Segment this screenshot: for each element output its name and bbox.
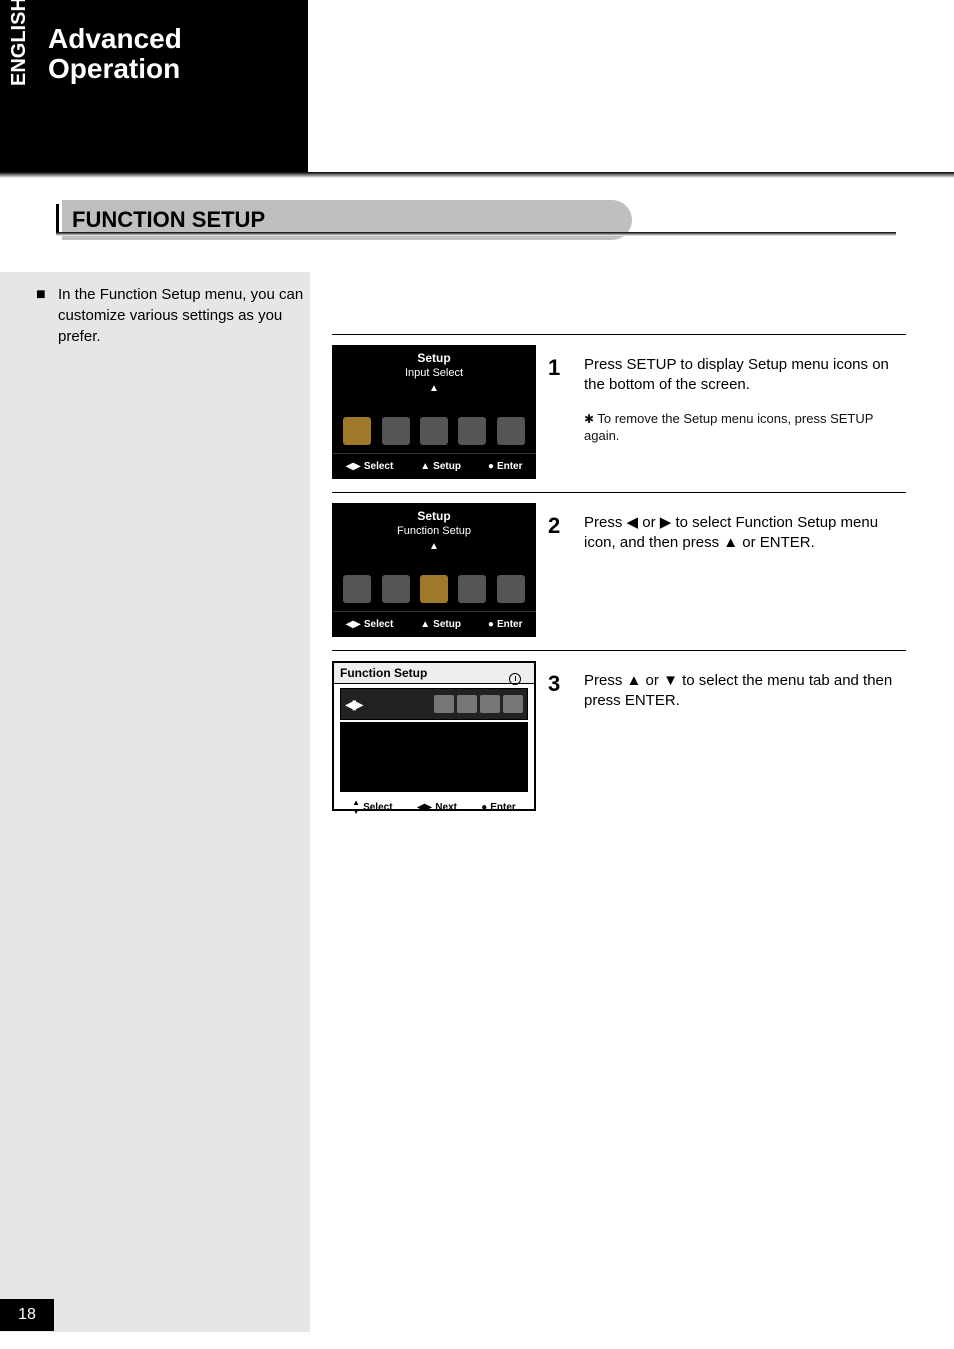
osd-icon	[497, 417, 525, 445]
osd-subtitle: Function Setup	[332, 525, 536, 537]
step-note-text: To remove the Setup menu icons, press SE…	[584, 411, 873, 444]
osd-screenshot-2: Setup Function Setup ▲ ◀▶ Select ▲ Setup…	[332, 503, 536, 637]
hint-setup: ▲ Setup	[420, 619, 461, 630]
osd-icon-row	[332, 575, 536, 603]
hint-enter: ● Enter	[481, 802, 516, 813]
hint-select: ◀▶ Select	[345, 619, 393, 630]
osd-body	[340, 722, 528, 792]
down-arrow-icon: ▼	[663, 672, 678, 689]
divider-thin	[56, 232, 896, 236]
step-1: Setup Input Select ▲ ◀▶ Select ▲ Setup ●…	[332, 334, 906, 492]
osd-tabs	[434, 695, 523, 713]
hint-select: ▲▼ Select	[352, 800, 392, 815]
steps-list: Setup Input Select ▲ ◀▶ Select ▲ Setup ●…	[332, 334, 906, 840]
up-arrow-icon: ▲	[723, 534, 738, 551]
page-number: 18	[0, 1299, 54, 1331]
hint-enter: ● Enter	[488, 619, 523, 630]
osd-title: Setup	[332, 503, 536, 523]
up-glyph-icon: ▲	[332, 383, 536, 394]
left-arrow-icon: ◀	[627, 514, 639, 531]
step-3: Function Setup ◀▶ ▲▼ Select ◀▶ Next ● E	[332, 650, 906, 840]
osd-icon	[382, 575, 410, 603]
hint-select: ◀▶ Select	[345, 461, 393, 472]
section-title: Advanced Operation	[48, 24, 298, 84]
bullet-icon: ■	[36, 286, 46, 304]
osd-icon	[458, 417, 486, 445]
language-label: ENGLISH	[8, 0, 31, 86]
clock-icon	[509, 673, 521, 685]
step-number: 1	[548, 355, 560, 381]
osd-hint-row: ▲▼ Select ◀▶ Next ● Enter	[340, 796, 528, 818]
up-glyph-icon: ▲	[332, 541, 536, 552]
osd-tab	[457, 695, 477, 713]
osd-screenshot-3: Function Setup ◀▶ ▲▼ Select ◀▶ Next ● E	[332, 661, 536, 811]
sidebar: ■ In the Function Setup menu, you can cu…	[0, 272, 310, 1332]
step-number: 3	[548, 671, 560, 697]
osd-icon	[420, 417, 448, 445]
hint-setup: ▲ Setup	[420, 461, 461, 472]
up-arrow-icon: ▲	[627, 672, 642, 689]
step-2: Setup Function Setup ▲ ◀▶ Select ▲ Setup…	[332, 492, 906, 650]
step-number: 2	[548, 513, 560, 539]
hint-enter: ● Enter	[488, 461, 523, 472]
osd-title: Setup	[332, 345, 536, 365]
osd-tab-strip: ◀▶	[340, 688, 528, 720]
page-title-text: FUNCTION SETUP	[72, 207, 265, 232]
osd-tab	[434, 695, 454, 713]
nav-arrows-icon: ◀▶	[345, 696, 361, 713]
osd-icon	[420, 575, 448, 603]
step-body: Press ◀ or ▶ to select Function Setup me…	[584, 513, 906, 554]
section-header-block: ENGLISH Advanced Operation	[0, 0, 308, 172]
step-text: Press SETUP to display Setup menu icons …	[584, 356, 889, 393]
osd-hint-row: ◀▶ Select ▲ Setup ● Enter	[332, 611, 536, 637]
step-body: Press ▲ or ▼ to select the menu tab and …	[584, 671, 906, 712]
osd-icon-row	[332, 417, 536, 445]
osd-screenshot-1: Setup Input Select ▲ ◀▶ Select ▲ Setup ●…	[332, 345, 536, 479]
osd-tab	[503, 695, 523, 713]
osd-title: Function Setup	[334, 663, 534, 684]
sidebar-text: In the Function Setup menu, you can cust…	[58, 284, 310, 347]
right-arrow-icon: ▶	[660, 514, 672, 531]
osd-icon	[343, 417, 371, 445]
osd-icon	[382, 417, 410, 445]
osd-subtitle: Input Select	[332, 367, 536, 379]
osd-hint-row: ◀▶ Select ▲ Setup ● Enter	[332, 453, 536, 479]
star-icon: ✱	[584, 412, 597, 426]
osd-icon	[458, 575, 486, 603]
osd-icon	[343, 575, 371, 603]
updown-icon: ▲▼	[352, 800, 360, 815]
osd-tab	[480, 695, 500, 713]
divider	[0, 172, 954, 178]
step-body: Press SETUP to display Setup menu icons …	[584, 355, 906, 445]
step-note: ✱ To remove the Setup menu icons, press …	[584, 410, 906, 445]
hint-next: ◀▶ Next	[417, 802, 457, 813]
osd-icon	[497, 575, 525, 603]
